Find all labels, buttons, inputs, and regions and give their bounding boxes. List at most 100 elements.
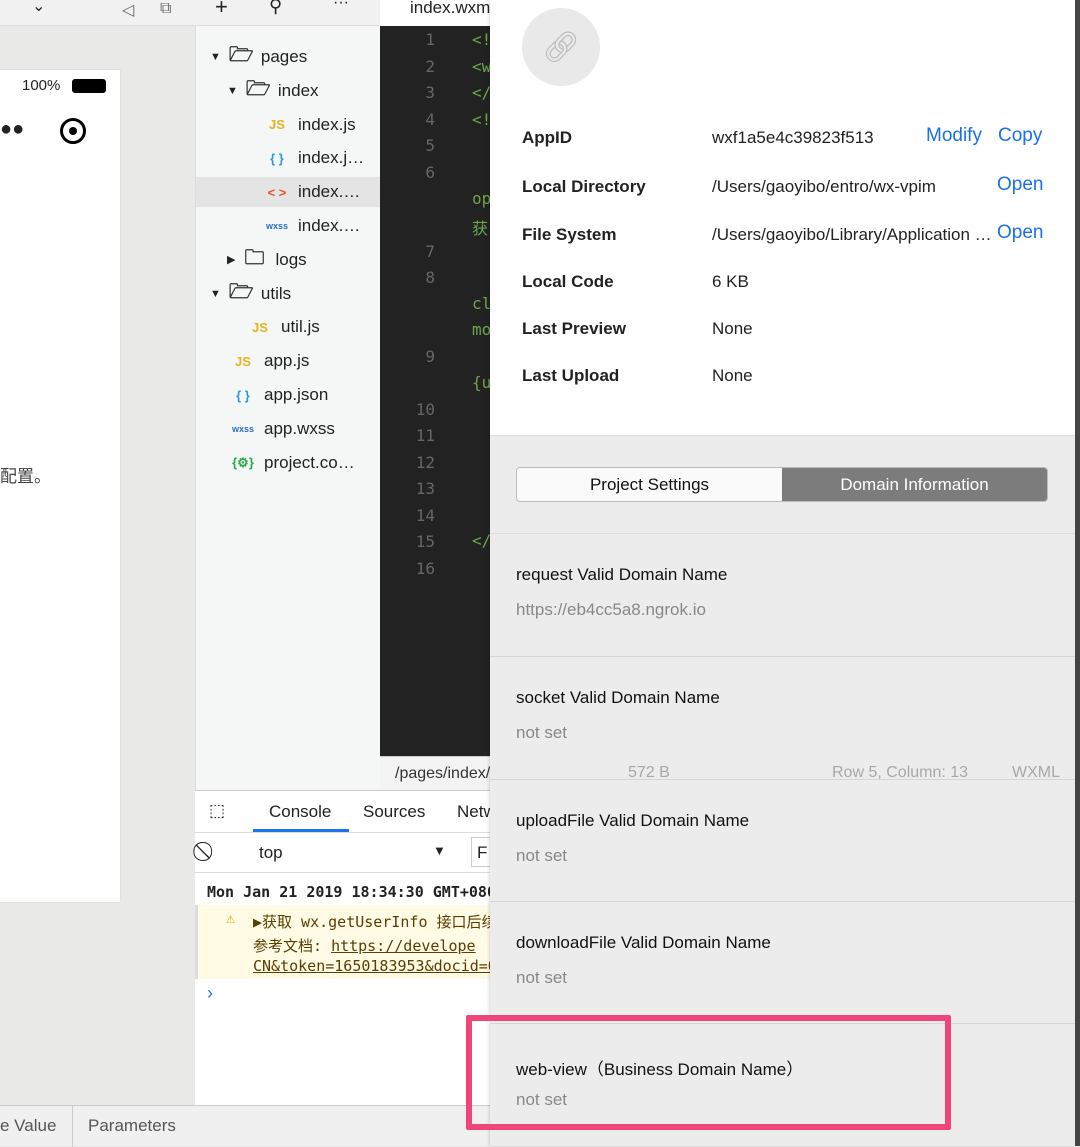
domain-value: https://eb4cc5a8.ngrok.io bbox=[516, 600, 706, 619]
js-file-icon: JS bbox=[252, 319, 268, 335]
tree-item[interactable]: wxss index.… bbox=[196, 211, 381, 241]
line-number: 11 bbox=[415, 426, 435, 445]
code-editor[interactable]: <! <w </<! op 获 cl mo {u </ 1 2 3 4 5 6 7 8 9 10 11 12 13 14… bbox=[380, 26, 491, 756]
info-row: AppID wxf1a5e4c39823f513 Modify Copy bbox=[522, 125, 1042, 152]
add-icon[interactable]: + bbox=[215, 0, 228, 20]
domain-title: socket Valid Domain Name bbox=[516, 688, 720, 707]
folder-icon: 🗀 bbox=[244, 246, 265, 269]
editor-tab[interactable]: index.wxml bbox=[380, 0, 494, 26]
tree-item[interactable]: { } index.j… bbox=[196, 143, 381, 173]
json-file-icon: { } bbox=[270, 150, 284, 166]
info-value: /Users/gaoyibo/Library/Application … bbox=[712, 225, 992, 244]
domain-value: not set bbox=[516, 723, 568, 742]
battery-icon bbox=[72, 79, 106, 93]
folder-open-icon: 🗁 bbox=[228, 44, 254, 66]
tree-item[interactable]: wxss app.wxss bbox=[196, 414, 381, 444]
domain-value: not set bbox=[516, 846, 568, 865]
domain-item: downloadFile Valid Domain Name not set bbox=[490, 901, 1075, 1024]
copy-link[interactable]: Copy bbox=[998, 125, 1042, 147]
tab-value[interactable]: e Value bbox=[0, 1116, 56, 1136]
caret-right-icon[interactable]: ▶ bbox=[227, 253, 235, 266]
tree-item-label: logs bbox=[275, 249, 307, 269]
chevron-down-icon[interactable]: ⌄ bbox=[32, 0, 45, 16]
bottom-tabs: e Value Parameters bbox=[0, 1105, 490, 1147]
domain-item: uploadFile Valid Domain Name not set bbox=[490, 779, 1075, 902]
open-link[interactable]: Open bbox=[997, 222, 1043, 244]
tree-item[interactable]: JS util.js bbox=[196, 312, 381, 342]
tree-item-label: utils bbox=[260, 283, 292, 303]
segment-project-settings[interactable]: Project Settings bbox=[517, 468, 782, 501]
tree-item-label: index.js bbox=[298, 114, 356, 134]
tree-item[interactable]: JS index.js bbox=[196, 110, 381, 140]
app-logo-icon: 🔗︎ bbox=[522, 8, 600, 86]
speaker-icon[interactable]: ◁ bbox=[122, 0, 134, 20]
window-icon[interactable]: ⧉ bbox=[160, 0, 171, 18]
line-number: 15 bbox=[415, 532, 435, 551]
line-number: 10 bbox=[415, 400, 435, 419]
tree-toolbar: + ⚲ ··· bbox=[195, 0, 380, 26]
tree-item[interactable]: ▼ 🗁 pages bbox=[196, 42, 381, 72]
tab-sources[interactable]: Sources bbox=[363, 802, 425, 822]
inspect-icon[interactable]: ⬚ bbox=[209, 801, 225, 821]
caret-down-icon[interactable]: ▼ bbox=[210, 288, 221, 300]
capsule-close-icon[interactable] bbox=[60, 118, 86, 144]
line-number: 9 bbox=[425, 347, 435, 366]
tree-item-label: index.… bbox=[298, 216, 361, 235]
active-tab-indicator bbox=[253, 829, 349, 832]
line-number: 7 bbox=[425, 242, 435, 261]
tree-item[interactable]: ▼ 🗁 index bbox=[196, 76, 381, 106]
more-icon[interactable]: ··· bbox=[333, 0, 349, 12]
tree-item[interactable]: JS app.js bbox=[196, 346, 381, 376]
tree-item[interactable]: { } app.json bbox=[196, 380, 381, 410]
modify-link[interactable]: Modify bbox=[926, 125, 982, 147]
info-label: File System bbox=[522, 225, 617, 244]
domain-title: request Valid Domain Name bbox=[516, 565, 728, 584]
domain-title: downloadFile Valid Domain Name bbox=[516, 933, 771, 952]
line-number: 13 bbox=[415, 479, 435, 498]
info-value: 6 KB bbox=[712, 272, 749, 291]
project-details-panel: 🔗︎ AppID wxf1a5e4c39823f513 Modify Copy Loca… bbox=[490, 0, 1075, 1146]
caret-down-icon[interactable]: ▼ bbox=[227, 85, 238, 97]
caret-down-icon[interactable]: ▼ bbox=[210, 51, 221, 63]
dropdown-arrow-icon[interactable]: ▼ bbox=[433, 843, 446, 858]
tree-item-label: project.co… bbox=[264, 452, 355, 472]
simulator-text: 配置。 bbox=[0, 467, 51, 486]
config-file-icon: {⚙} bbox=[232, 454, 254, 470]
status-file-size: 572 B bbox=[628, 764, 670, 781]
tree-item[interactable]: ▶ 🗀 logs bbox=[196, 245, 381, 275]
tree-item[interactable]: ▼ 🗁 utils bbox=[196, 279, 381, 309]
battery-percent: 100% bbox=[22, 77, 61, 94]
info-row: File System/Users/gaoyibo/Library/Applic… bbox=[522, 222, 1043, 249]
line-number: 1 bbox=[425, 30, 435, 49]
json-file-icon: { } bbox=[236, 387, 250, 403]
js-file-icon: JS bbox=[269, 117, 285, 133]
wxss-file-icon: wxss bbox=[266, 221, 289, 231]
console-prompt[interactable]: › bbox=[207, 983, 213, 1004]
info-row: Last Preview None bbox=[522, 319, 1042, 343]
file-tree: ▼ 🗁 pages ▼ 🗁 index JS index.js { } index.j… < > in… bbox=[195, 26, 381, 791]
info-label: Local Directory bbox=[522, 177, 646, 196]
wxss-file-icon: wxss bbox=[232, 423, 255, 434]
info-value: wxf1a5e4c39823f513 bbox=[712, 128, 874, 147]
context-select[interactable]: top bbox=[259, 843, 283, 863]
line-number: 5 bbox=[425, 136, 435, 155]
more-dots-icon[interactable]: ●● bbox=[0, 118, 24, 141]
info-label: Last Upload bbox=[522, 366, 620, 385]
search-icon[interactable]: ⚲ bbox=[269, 0, 282, 17]
line-number: 3 bbox=[425, 83, 435, 102]
tab-parameters[interactable]: Parameters bbox=[88, 1116, 176, 1136]
open-link[interactable]: Open bbox=[997, 174, 1043, 196]
tab-console[interactable]: Console bbox=[269, 802, 331, 822]
info-label: Last Preview bbox=[522, 319, 626, 338]
folder-open-icon: 🗁 bbox=[228, 280, 254, 303]
tree-item[interactable]: {⚙} project.co… bbox=[196, 448, 381, 478]
wxml-file-icon: < > bbox=[267, 184, 287, 200]
info-row: Local Directory/Users/gaoyibo/entro/wx-v… bbox=[522, 174, 1043, 201]
info-label: AppID bbox=[522, 128, 573, 147]
doc-link[interactable]: https://develope bbox=[331, 937, 476, 955]
segment-domain-information[interactable]: Domain Information bbox=[782, 468, 1047, 501]
tree-item-label: util.js bbox=[281, 317, 320, 337]
domain-item: socket Valid Domain Name not set bbox=[490, 656, 1075, 779]
tree-item-label: pages bbox=[260, 47, 308, 66]
tree-item[interactable]: < > index.… bbox=[196, 177, 381, 208]
